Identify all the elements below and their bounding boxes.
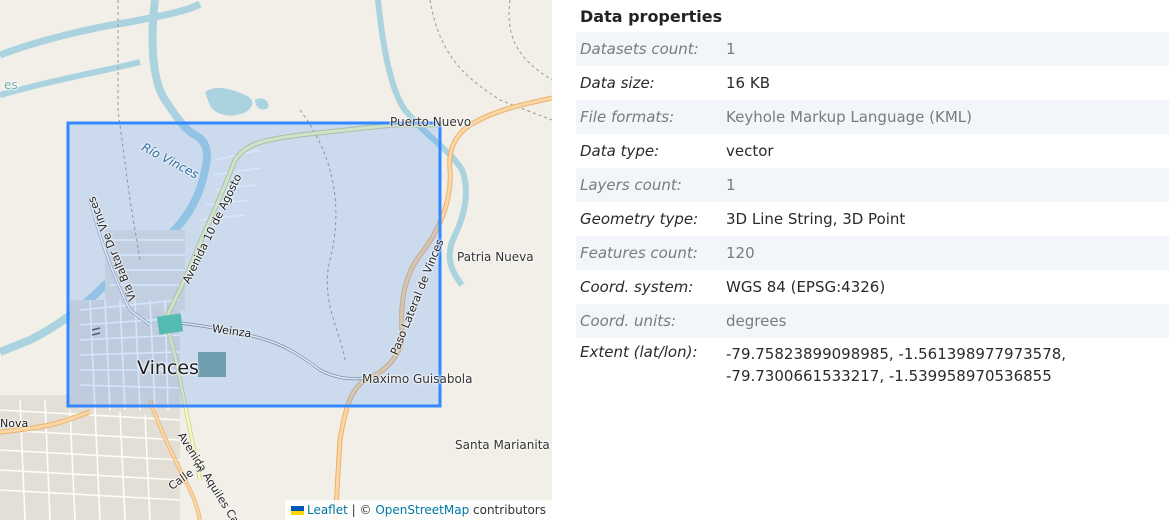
property-row-layers-count: Layers count: 1 [576,168,1169,202]
property-key: Geometry type: [580,210,699,228]
property-key: Features count: [580,244,698,262]
map-label-patria-nueva: Patria Nueva [457,250,534,264]
attribution-separator: | © [351,503,372,517]
property-value: 120 [726,244,755,262]
property-value: 16 KB [726,74,770,92]
property-row-extent: Extent (lat/lon): -79.75823899098985, -1… [576,338,1169,394]
property-row-file-formats: File formats: Keyhole Markup Language (K… [576,100,1169,134]
map-label-town: Vinces [137,357,199,379]
property-row-coord-units: Coord. units: degrees [576,304,1169,338]
map-label-maximo: Maximo Guisabola [362,372,473,386]
properties-title: Data properties [580,7,723,26]
data-properties-panel: Data properties Datasets count: 1 Data s… [576,0,1169,520]
property-key: Extent (lat/lon): [580,343,698,361]
map-label-santa-marianita: Santa Marianita [455,438,550,452]
property-value: Keyhole Markup Language (KML) [726,108,972,126]
property-key: Datasets count: [580,40,699,58]
extent-value-line-2: -79.7300661533217, -1.539958970536855 [726,367,1052,385]
property-value: 1 [726,176,736,194]
property-row-datasets-count: Datasets count: 1 [576,32,1169,66]
property-key: Coord. system: [580,278,694,296]
attribution-contributors: contributors [473,503,546,517]
map-attribution: Leaflet | © OpenStreetMap contributors [284,500,552,520]
map-label-es: es [4,78,18,92]
property-key: Data type: [580,142,660,160]
property-value: vector [726,142,774,160]
property-row-geometry-type: Geometry type: 3D Line String, 3D Point [576,202,1169,236]
map-label-nova: Nova [0,417,29,430]
property-value: 3D Line String, 3D Point [726,210,906,228]
property-row-coord-system: Coord. system: WGS 84 (EPSG:4326) [576,270,1169,304]
property-key: File formats: [580,108,675,126]
property-row-data-type: Data type: vector [576,134,1169,168]
property-row-data-size: Data size: 16 KB [576,66,1169,100]
property-key: Coord. units: [580,312,676,330]
extent-value-line-1: -79.75823899098985, -1.561398977973578, [726,345,1067,363]
property-value: -79.75823899098985, -1.561398977973578, … [722,338,1169,394]
properties-table: Datasets count: 1 Data size: 16 KB File … [576,32,1169,394]
property-key: Data size: [580,74,655,92]
map-label-puerto-nuevo: Puerto Nuevo [390,115,472,129]
ukraine-flag-icon [290,506,304,515]
property-value: 1 [726,40,736,58]
leaflet-link[interactable]: Leaflet [307,503,348,517]
property-key: Layers count: [580,176,682,194]
property-value: WGS 84 (EPSG:4326) [726,278,886,296]
map-view[interactable]: Río Vinces Puerto Nuevo Patria Nueva Max… [0,0,552,520]
property-value: degrees [726,312,787,330]
property-row-features-count: Features count: 120 [576,236,1169,270]
osm-link[interactable]: OpenStreetMap [375,503,469,517]
